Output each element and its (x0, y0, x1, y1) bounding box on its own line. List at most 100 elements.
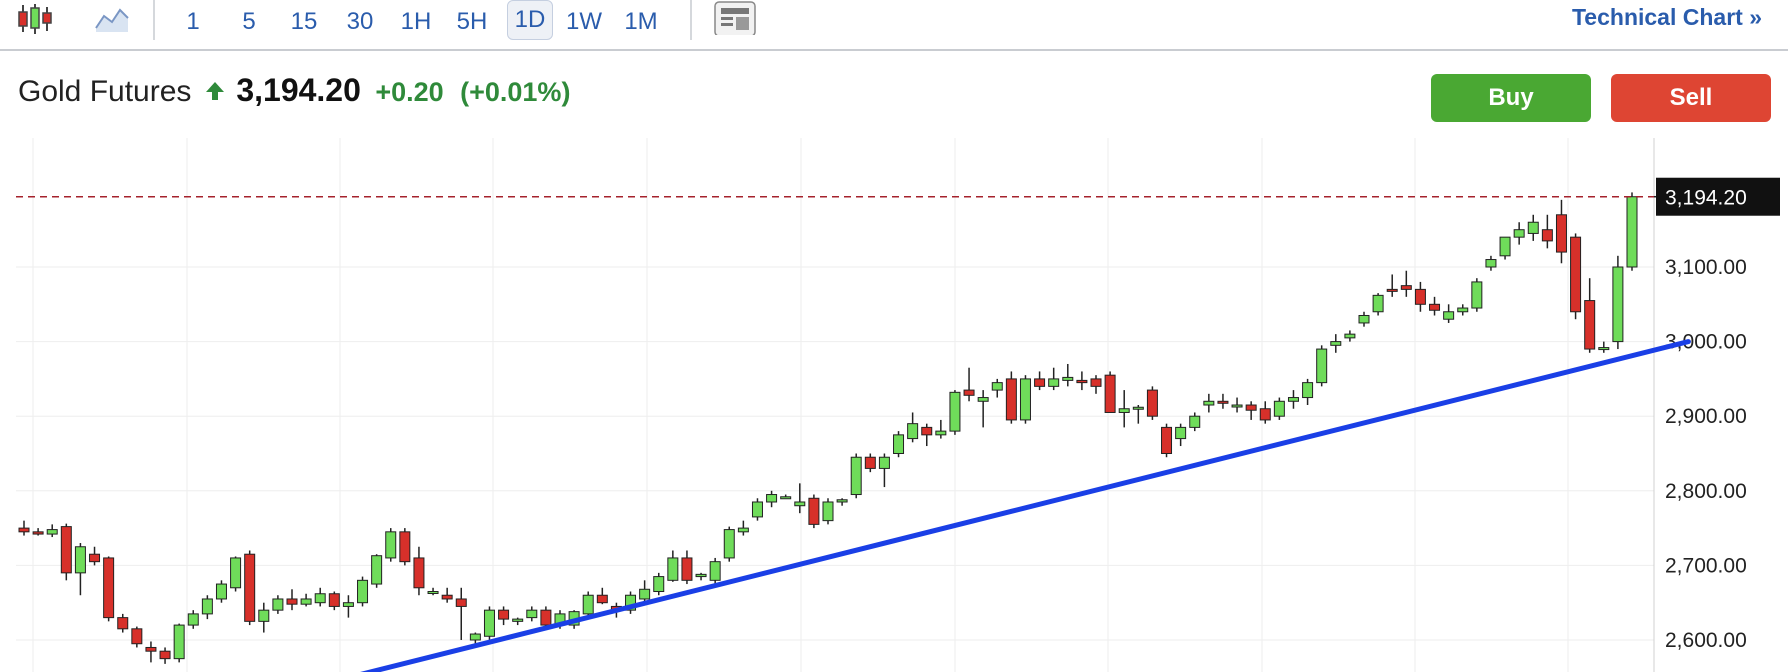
candle[interactable] (230, 557, 242, 589)
candle[interactable] (1259, 408, 1271, 421)
candle[interactable] (751, 501, 763, 518)
timeframe-1d[interactable]: 1D (507, 0, 553, 40)
technical-chart-link[interactable]: Technical Chart » (1572, 4, 1762, 31)
candle[interactable] (1132, 406, 1144, 410)
candle[interactable] (1019, 378, 1031, 421)
candle[interactable] (1146, 389, 1158, 417)
timeframe-5h[interactable]: 5H (451, 6, 493, 38)
candle[interactable] (1245, 404, 1257, 411)
candle[interactable] (258, 609, 270, 622)
candle[interactable] (469, 633, 481, 641)
candle[interactable] (1034, 378, 1046, 387)
candle[interactable] (766, 494, 778, 503)
candle[interactable] (1541, 229, 1553, 242)
candle[interactable] (1499, 236, 1511, 257)
timeframe-5[interactable]: 5 (228, 6, 270, 38)
candle[interactable] (639, 588, 651, 600)
candle[interactable] (441, 594, 453, 600)
candle[interactable] (1161, 426, 1173, 455)
candle[interactable] (1005, 378, 1017, 421)
candle[interactable] (159, 650, 171, 660)
candle[interactable] (1626, 196, 1638, 268)
candle[interactable] (1443, 311, 1455, 320)
candle[interactable] (1429, 303, 1441, 311)
candle[interactable] (921, 426, 933, 436)
candle[interactable] (949, 391, 961, 432)
candle[interactable] (357, 579, 369, 604)
candle[interactable] (89, 553, 101, 563)
candle[interactable] (526, 609, 538, 619)
candle[interactable] (963, 389, 975, 396)
candle[interactable] (60, 526, 72, 574)
timeframe-30[interactable]: 30 (339, 6, 381, 38)
candle[interactable] (1090, 378, 1102, 387)
candle[interactable] (836, 499, 848, 503)
candle[interactable] (1555, 214, 1567, 253)
candle[interactable] (1485, 259, 1497, 268)
candle[interactable] (413, 557, 425, 589)
candle[interactable] (1104, 374, 1116, 413)
buy-button[interactable]: Buy (1431, 74, 1591, 122)
candle[interactable] (201, 598, 213, 615)
candle[interactable] (187, 613, 199, 626)
candle[interactable] (1527, 221, 1539, 234)
candle[interactable] (582, 594, 594, 615)
candle[interactable] (498, 609, 510, 620)
candle[interactable] (1203, 400, 1215, 406)
candle[interactable] (32, 531, 44, 535)
candle[interactable] (103, 557, 115, 619)
candle[interactable] (1118, 408, 1130, 413)
candle[interactable] (483, 609, 495, 637)
candle[interactable] (893, 434, 905, 455)
candle[interactable] (1358, 314, 1370, 324)
timeframe-1m[interactable]: 1M (616, 6, 666, 38)
candle[interactable] (427, 591, 439, 595)
layout-icon[interactable] (714, 1, 756, 35)
candlestick-icon[interactable] (14, 2, 58, 36)
candle[interactable] (1231, 404, 1243, 408)
candle[interactable] (131, 628, 143, 645)
candle[interactable] (385, 531, 397, 559)
candle[interactable] (723, 529, 735, 559)
candle[interactable] (977, 397, 989, 402)
candle[interactable] (1189, 415, 1201, 428)
candle[interactable] (695, 573, 707, 578)
candle[interactable] (1584, 300, 1596, 350)
candle[interactable] (780, 496, 792, 500)
candle[interactable] (1302, 382, 1314, 399)
candle[interactable] (737, 527, 749, 533)
candle[interactable] (667, 557, 679, 581)
candle[interactable] (681, 557, 693, 581)
candle[interactable] (18, 527, 30, 533)
candle[interactable] (864, 456, 876, 469)
candle[interactable] (1386, 288, 1398, 292)
timeframe-1[interactable]: 1 (172, 6, 214, 38)
price-chart[interactable]: 3,100.003,000.002,900.002,800.002,700.00… (0, 138, 1788, 672)
candle[interactable] (46, 529, 58, 535)
candle[interactable] (272, 598, 284, 611)
candle[interactable] (540, 609, 552, 626)
candle[interactable] (1471, 281, 1483, 309)
candle[interactable] (1344, 333, 1356, 339)
candle[interactable] (1372, 294, 1384, 313)
candle[interactable] (1457, 307, 1469, 313)
candle[interactable] (455, 598, 467, 607)
candle[interactable] (596, 594, 608, 604)
timeframe-1w[interactable]: 1W (561, 6, 607, 38)
candle[interactable] (878, 456, 890, 469)
candle[interactable] (244, 553, 256, 622)
sell-button[interactable]: Sell (1611, 74, 1771, 122)
candle[interactable] (1076, 379, 1088, 384)
candle[interactable] (991, 382, 1003, 391)
candle[interactable] (653, 576, 665, 593)
candle[interactable] (117, 617, 129, 630)
candle[interactable] (1598, 347, 1610, 351)
candle[interactable] (74, 546, 86, 574)
candle[interactable] (808, 497, 820, 525)
candle[interactable] (300, 598, 312, 605)
candle[interactable] (314, 593, 326, 604)
timeframe-1h[interactable]: 1H (395, 6, 437, 38)
candle[interactable] (399, 531, 411, 563)
candle[interactable] (328, 593, 340, 607)
candle[interactable] (1316, 348, 1328, 384)
